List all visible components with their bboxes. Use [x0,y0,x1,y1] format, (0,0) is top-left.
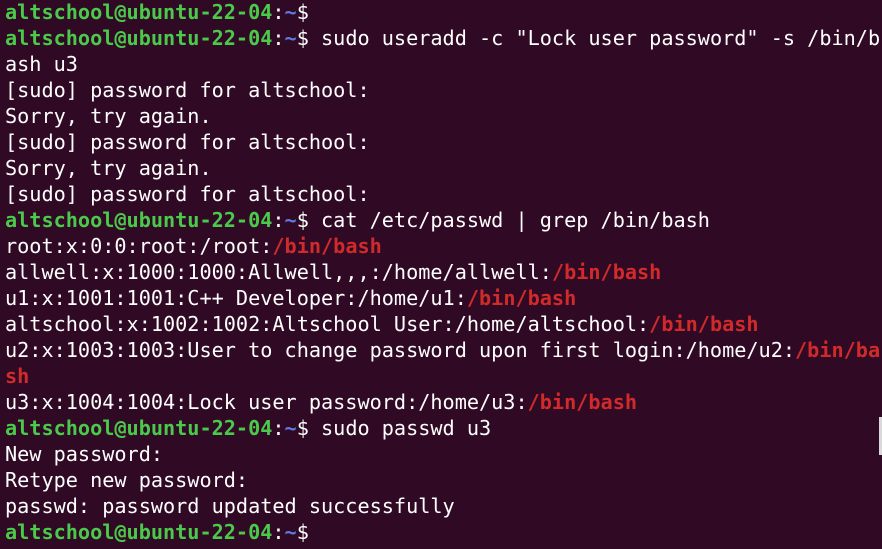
prompt-dollar: $ [296,416,309,440]
prompt-line: altschool@ubuntu-22-04:~$ [5,0,882,25]
output-text: u1:x:1001:1001:C++ Developer:/home/u1: [5,286,467,310]
prompt-user-host: altschool@ubuntu-22-04 [5,0,273,24]
prompt-colon: : [272,0,285,24]
prompt-user-host: altschool@ubuntu-22-04 [5,416,273,440]
grep-result-line: u3:x:1004:1004:Lock user password:/home/… [5,389,882,415]
prompt-user-host: altschool@ubuntu-22-04 [5,520,273,544]
grep-match-highlight: /bin/bash [272,234,382,258]
prompt-colon: : [272,416,285,440]
output-line: Sorry, try again. [5,103,882,129]
output-text: [sudo] password for altschool: [5,78,370,102]
output-text: u3:x:1004:1004:Lock user password:/home/… [5,390,528,414]
grep-match-highlight: /bin/bash [649,312,759,336]
command-text: sudo passwd u3 [308,416,492,440]
grep-match-highlight: /bin/ba [795,338,881,362]
output-text: ash u3 [5,52,78,76]
grep-result-line: u1:x:1001:1001:C++ Developer:/home/u1:/b… [5,285,882,311]
output-text: Sorry, try again. [5,156,212,180]
grep-match-highlight: sh [5,364,30,388]
output-text: root:x:0:0:root:/root: [5,234,273,258]
grep-result-line: altschool:x:1002:1002:Altschool User:/ho… [5,311,882,337]
output-line: passwd: password updated successfully [5,493,882,519]
prompt-line: altschool@ubuntu-22-04:~$ sudo useradd -… [5,25,882,51]
output-line: New password: [5,441,882,467]
grep-result-line: sh [5,363,882,389]
prompt-dollar: $ [296,26,309,50]
prompt-line: altschool@ubuntu-22-04:~$ sudo passwd u3 [5,415,882,441]
prompt-path: ~ [284,26,297,50]
command-text: sudo useradd -c "Lock user password" -s … [308,26,881,50]
prompt-user-host: altschool@ubuntu-22-04 [5,208,273,232]
grep-result-line: u2:x:1003:1003:User to change password u… [5,337,882,363]
output-text: u2:x:1003:1003:User to change password u… [5,338,796,362]
prompt-colon: : [272,520,285,544]
prompt-path: ~ [284,520,297,544]
grep-result-line: allwell:x:1000:1000:Allwell,,,:/home/all… [5,259,882,285]
prompt-colon: : [272,208,285,232]
output-text: Retype new password: [5,468,249,492]
output-text: New password: [5,442,164,466]
prompt-line: altschool@ubuntu-22-04:~$ [5,519,882,545]
prompt-path: ~ [284,208,297,232]
grep-match-highlight: /bin/bash [466,286,577,310]
grep-result-line: root:x:0:0:root:/root:/bin/bash [5,233,882,259]
prompt-colon: : [272,26,285,50]
output-line: [sudo] password for altschool: [5,77,882,103]
output-text: Sorry, try again. [5,104,212,128]
output-line: ash u3 [5,51,882,77]
command-text: cat /etc/passwd | grep /bin/bash [308,208,710,232]
output-line: Sorry, try again. [5,155,882,181]
output-text: altschool:x:1002:1002:Altschool User:/ho… [5,312,650,336]
output-line: [sudo] password for altschool: [5,181,882,207]
prompt-line: altschool@ubuntu-22-04:~$ cat /etc/passw… [5,207,882,233]
terminal-window[interactable]: altschool@ubuntu-22-04:~$ altschool@ubunt… [0,0,882,548]
prompt-path: ~ [284,416,297,440]
terminal-output: altschool@ubuntu-22-04:~$ altschool@ubunt… [5,0,882,545]
grep-match-highlight: /bin/bash [551,260,662,284]
prompt-dollar: $ [296,520,309,544]
output-line: Retype new password: [5,467,882,493]
prompt-path: ~ [284,0,297,24]
output-text: passwd: password updated successfully [5,494,455,518]
prompt-dollar: $ [296,0,309,24]
output-line: [sudo] password for altschool: [5,129,882,155]
prompt-dollar: $ [296,208,309,232]
output-text: [sudo] password for altschool: [5,130,370,154]
grep-match-highlight: /bin/bash [527,390,638,414]
output-text: [sudo] password for altschool: [5,182,370,206]
prompt-user-host: altschool@ubuntu-22-04 [5,26,273,50]
output-text: allwell:x:1000:1000:Allwell,,,:/home/all… [5,260,552,284]
